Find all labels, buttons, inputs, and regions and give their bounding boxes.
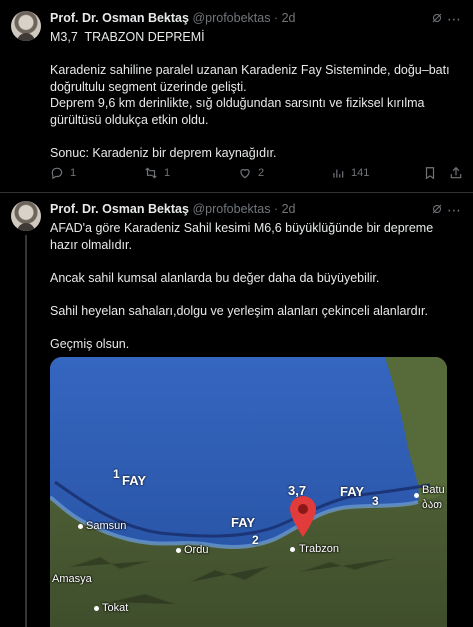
share-icon <box>450 166 462 179</box>
city-dot <box>414 493 419 498</box>
tweet-1[interactable]: Prof. Dr. Osman Bektaş @profobektas · 2d… <box>0 0 473 190</box>
city-ordu: Ordu <box>184 544 209 556</box>
tweet-header: Prof. Dr. Osman Bektaş @profobektas · 2d <box>50 11 296 25</box>
bookmark-button[interactable] <box>423 166 437 180</box>
map-graphic <box>50 357 447 627</box>
city-trabzon: Trabzon <box>299 543 339 555</box>
separator: · <box>273 202 279 216</box>
reply-count: 1 <box>70 167 77 179</box>
city-batumi-georgian: ბათ <box>422 499 443 511</box>
city-batumi: Batu <box>422 484 445 496</box>
repost-button[interactable]: 1 <box>144 166 170 180</box>
views-count: 141 <box>351 167 370 179</box>
timestamp[interactable]: 2d <box>282 202 296 216</box>
segment-number-1: 1 <box>113 467 120 481</box>
magnitude-label: 3,7 <box>288 483 307 498</box>
epicenter-pin-icon[interactable] <box>288 494 318 538</box>
views-icon <box>333 169 344 178</box>
author-name[interactable]: Prof. Dr. Osman Bektaş <box>50 11 189 25</box>
avatar[interactable] <box>11 11 41 41</box>
tweet-text: AFAD'a göre Karadeniz Sahil kesimi M6,6 … <box>50 221 434 351</box>
repost-count: 1 <box>164 167 171 179</box>
fault-label-2: FAY <box>231 515 256 530</box>
repost-icon <box>145 167 157 179</box>
grok-icon[interactable] <box>431 203 443 215</box>
city-dot <box>78 524 83 529</box>
timestamp[interactable]: 2d <box>282 11 296 25</box>
tweet-header: Prof. Dr. Osman Bektaş @profobektas · 2d <box>50 202 296 216</box>
city-dot <box>94 606 99 611</box>
author-handle[interactable]: @profobektas <box>192 202 270 216</box>
city-tokat: Tokat <box>102 602 129 614</box>
like-icon <box>240 169 250 179</box>
reply-icon <box>51 167 63 180</box>
city-dot <box>176 548 181 553</box>
reply-button[interactable]: 1 <box>50 166 76 180</box>
fault-label-1: FAY <box>122 473 147 488</box>
city-dot <box>290 547 295 552</box>
more-icon[interactable]: ⋯ <box>447 11 461 28</box>
author-name[interactable]: Prof. Dr. Osman Bektaş <box>50 202 189 216</box>
action-bar: 1 1 2 141 <box>50 166 465 182</box>
segment-number-3: 3 <box>372 494 379 508</box>
bookmark-icon <box>425 167 435 180</box>
separator: · <box>273 11 279 25</box>
city-samsun: Samsun <box>86 520 127 532</box>
thread-line <box>25 235 27 627</box>
author-handle[interactable]: @profobektas <box>192 11 270 25</box>
city-amasya: Amasya <box>52 573 92 585</box>
views-button[interactable]: 141 <box>331 166 369 180</box>
segment-number-2: 2 <box>252 533 259 547</box>
fault-label-3: FAY <box>340 484 365 499</box>
like-count: 2 <box>258 167 265 179</box>
like-button[interactable]: 2 <box>238 166 264 180</box>
tweet-text: M3,7 TRABZON DEPREMİ Karadeniz sahiline … <box>50 30 450 160</box>
avatar[interactable] <box>11 201 41 231</box>
grok-icon[interactable] <box>431 12 443 24</box>
more-icon[interactable]: ⋯ <box>447 202 461 219</box>
share-button[interactable] <box>449 166 463 180</box>
map-image[interactable]: 1 FAY FAY 2 FAY 3 3,7 Samsun Ordu Trabzo… <box>50 357 447 627</box>
